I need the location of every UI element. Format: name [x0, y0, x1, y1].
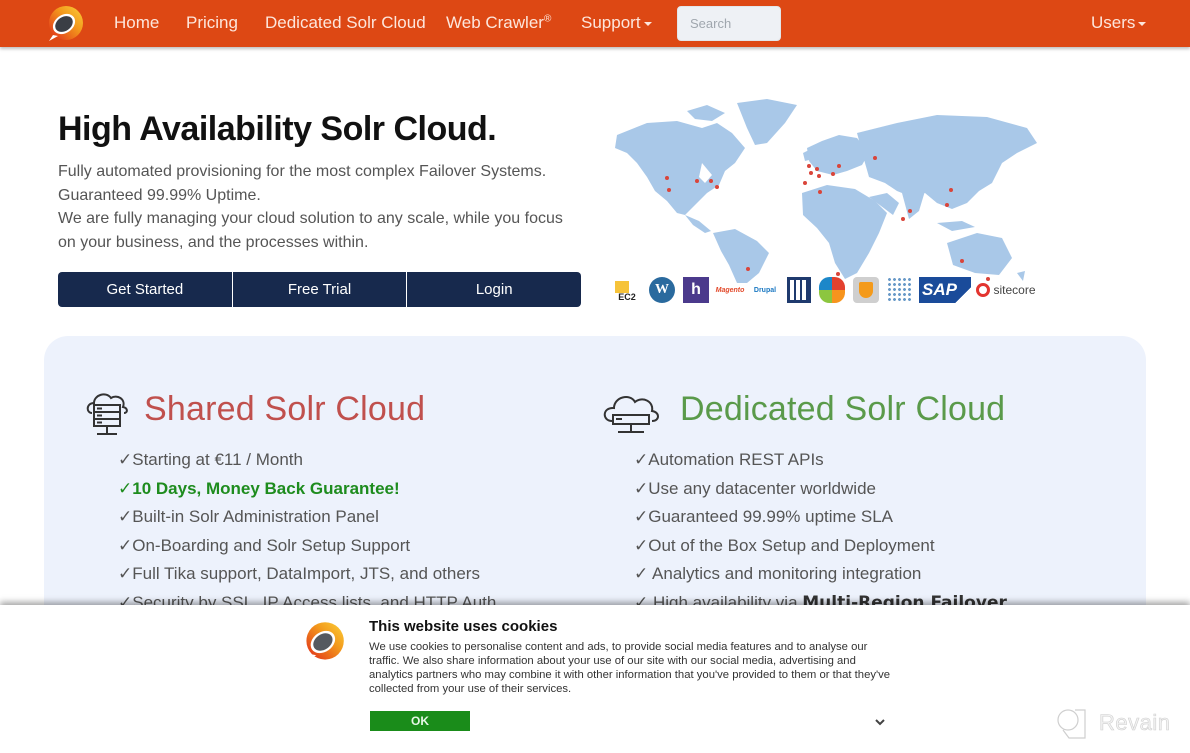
shared-cloud-server-icon — [86, 393, 128, 435]
cookie-ok-button[interactable]: OK — [370, 711, 470, 731]
registered-mark: ® — [543, 13, 552, 25]
feature-item: ✓Guaranteed 99.99% uptime SLA — [634, 507, 894, 526]
cookie-description: We use cookies to personalise content an… — [369, 641, 891, 695]
hero-button-group: Get Started Free Trial Login — [58, 272, 581, 307]
world-map-image — [615, 99, 1037, 283]
cookie-title: This website uses cookies — [369, 618, 558, 635]
nav-support-label: Support — [581, 13, 641, 32]
hero-line: Guaranteed 99.99% Uptime. — [58, 186, 261, 204]
integration-logos: EC2 W h Magento Drupal SAP sitecore — [613, 275, 1041, 305]
dedicated-cloud-server-icon — [603, 396, 659, 433]
sitecore-logo-icon: sitecore — [971, 277, 1041, 303]
nav-web-crawler[interactable]: Web Crawler® — [446, 13, 551, 33]
revain-watermark: Revain — [1055, 706, 1170, 740]
magento-logo-icon: Magento — [715, 286, 745, 294]
login-button[interactable]: Login — [407, 272, 581, 307]
ec2-logo-icon: EC2 — [613, 277, 641, 303]
feature-item: ✓Automation REST APIs — [634, 450, 824, 469]
dedicated-solr-cloud-title: Dedicated Solr Cloud — [680, 390, 1005, 429]
caret-down-icon — [1138, 21, 1147, 26]
nav-support[interactable]: Support — [581, 13, 652, 33]
free-trial-button[interactable]: Free Trial — [232, 272, 408, 307]
shared-features-list: ✓Starting at €11 / Month ✓10 Days, Money… — [118, 446, 496, 617]
caret-down-icon — [643, 21, 652, 26]
nav-users-label: Users — [1091, 13, 1136, 32]
shared-title-text: Shared Solr Cloud — [144, 390, 426, 428]
feature-item: ✓ Analytics and monitoring integration — [634, 564, 922, 583]
nav-home[interactable]: Home — [114, 13, 159, 33]
nav-dedicated-solr-cloud[interactable]: Dedicated Solr Cloud — [265, 13, 426, 33]
feature-item: ✓Built-in Solr Administration Panel — [118, 507, 379, 526]
hero-description: Fully automated provisioning for the mos… — [58, 160, 578, 254]
feature-item: ✓Starting at €11 / Month — [118, 450, 303, 469]
feature-item: ✓Full Tika support, DataImport, JTS, and… — [118, 564, 480, 583]
cookie-consent-banner: This website uses cookies We use cookies… — [0, 605, 1190, 753]
top-navbar: Home Pricing Dedicated Solr Cloud Web Cr… — [0, 0, 1190, 47]
feature-item-highlight: ✓10 Days, Money Back Guarantee! — [118, 478, 400, 498]
feature-item: ✓Use any datacenter worldwide — [634, 478, 876, 498]
nav-web-crawler-label: Web Crawler — [446, 13, 544, 32]
site-logo-icon[interactable] — [45, 5, 85, 43]
hero-title: High Availability Solr Cloud. — [58, 110, 497, 148]
typo3-logo-icon — [853, 277, 879, 303]
dedicated-title-text: Dedicated Solr Cloud — [680, 390, 1006, 428]
hero-line: Fully automated provisioning for the mos… — [58, 163, 547, 180]
shared-solr-cloud-title: Shared Solr Cloud — [144, 390, 425, 429]
get-started-button[interactable]: Get Started — [58, 272, 233, 307]
hero-line: We are fully managing your cloud solutio… — [58, 210, 563, 227]
sap-logo-icon: SAP — [919, 277, 971, 303]
wordpress-logo-icon: W — [649, 277, 675, 303]
joomla-logo-icon — [819, 277, 845, 303]
drupal-logo-icon: Drupal — [753, 286, 777, 294]
revain-label: Revain — [1099, 710, 1171, 736]
cookie-site-logo-icon — [306, 622, 344, 661]
revain-logo-icon — [1057, 709, 1086, 739]
chevron-down-icon[interactable] — [874, 717, 886, 727]
nav-users[interactable]: Users — [1091, 13, 1147, 33]
umbraco-logo-icon — [787, 277, 811, 303]
dedicated-features-list: ✓Automation REST APIs ✓Use any datacente… — [634, 446, 1007, 617]
hero-line: on your business, and the processes with… — [58, 233, 369, 251]
feature-item: ✓Out of the Box Setup and Deployment — [634, 535, 935, 555]
feature-item: ✓On-Boarding and Solr Setup Support — [118, 535, 411, 555]
search-input[interactable] — [677, 6, 781, 41]
hybris-logo-icon — [887, 277, 911, 303]
heroku-logo-icon: h — [683, 277, 709, 303]
nav-pricing[interactable]: Pricing — [186, 13, 238, 33]
